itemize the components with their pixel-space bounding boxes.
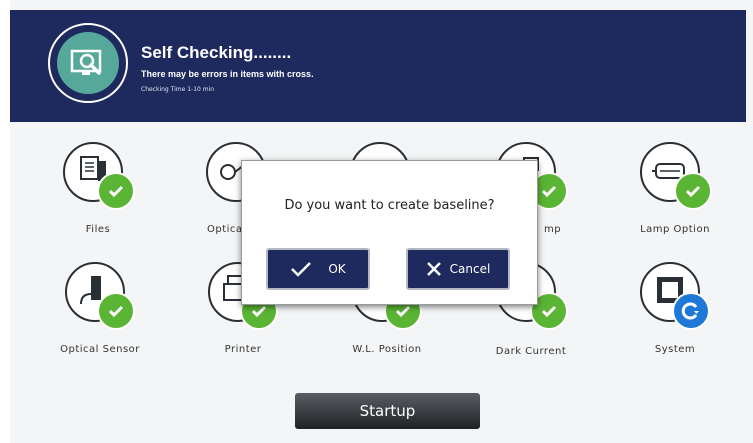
monitor-search-icon: [70, 49, 102, 75]
cancel-button[interactable]: Cancel: [406, 248, 510, 290]
page-title: Self Checking........: [141, 43, 292, 62]
close-icon: [426, 262, 441, 276]
ok-check-icon: [99, 294, 133, 328]
check-icon: [291, 262, 312, 277]
check-item-optical-sensor: Optical Sensor: [45, 262, 155, 362]
check-item-system: System: [620, 262, 730, 362]
ok-button-label: OK: [328, 262, 346, 276]
item-label: W.L. Position: [352, 344, 422, 355]
self-check-logo: [48, 23, 128, 103]
item-label: System: [654, 344, 696, 355]
item-label: Files: [85, 224, 111, 235]
item-label: Optical Sensor: [60, 344, 140, 355]
check-item-files: Files: [43, 142, 153, 242]
ok-check-icon: [676, 174, 710, 208]
baseline-dialog: Do you want to create baseline? OK Cance…: [241, 160, 538, 305]
header-subtitle: There may be errors in items with cross.: [141, 69, 314, 79]
item-label: Lamp Option: [640, 224, 710, 235]
cancel-button-label: Cancel: [449, 262, 491, 276]
dialog-message: Do you want to create baseline?: [284, 198, 495, 213]
item-label: Dark Current: [495, 346, 567, 357]
checking-time: Checking Time 1-10 min: [141, 86, 215, 93]
item-label: Printer: [224, 344, 262, 355]
ok-button[interactable]: OK: [266, 248, 370, 290]
checking-progress-icon: [674, 294, 708, 328]
left-edge: [0, 0, 10, 443]
header-banner: Self Checking........ There may be error…: [10, 10, 746, 122]
ok-check-icon: [99, 174, 133, 208]
check-item-lamp-option: Lamp Option: [620, 142, 730, 242]
startup-button[interactable]: Startup: [295, 393, 480, 429]
